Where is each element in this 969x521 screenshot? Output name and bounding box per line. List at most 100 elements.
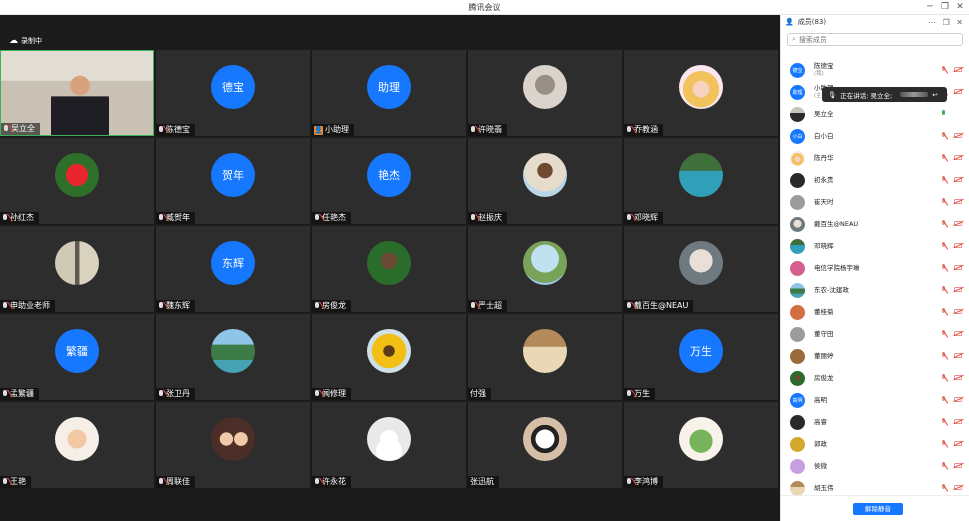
camera-off-icon[interactable] [954, 397, 962, 402]
participant-tile[interactable]: 张迅航 [468, 402, 622, 488]
participant-tile[interactable]: 助理 👤 小助理 [312, 50, 466, 136]
participant-tile[interactable]: 周联佳 [156, 402, 310, 488]
member-name: 董丽婷 [814, 352, 834, 360]
participant-name-tag: 付强 [468, 388, 491, 400]
close-icon[interactable]: ✕ [953, 1, 967, 13]
participant-tile[interactable]: 付强 [468, 314, 622, 400]
mic-muted-icon[interactable] [941, 66, 946, 74]
participant-name: 小助理 [325, 125, 349, 134]
participant-tile[interactable]: 许永花 [312, 402, 466, 488]
mic-muted-icon[interactable] [941, 154, 946, 162]
participant-tile[interactable]: 孙红杰 [0, 138, 154, 224]
minimize-icon[interactable]: ─ [923, 1, 937, 13]
participant-tile[interactable]: 吴立全 [0, 50, 154, 136]
mic-muted-icon[interactable] [941, 132, 946, 140]
member-row[interactable]: 侯微 [781, 455, 969, 477]
member-avatar [790, 414, 805, 430]
member-row[interactable]: 董丽婷 [781, 345, 969, 367]
mic-muted-icon[interactable] [941, 286, 946, 294]
camera-off-icon[interactable] [954, 67, 962, 72]
camera-off-icon[interactable] [954, 221, 962, 226]
mic-muted-icon[interactable] [941, 352, 946, 360]
participant-tile[interactable]: 东辉 魏东辉 [156, 226, 310, 312]
member-row[interactable]: 崔天时 [781, 191, 969, 213]
member-name: 电信学院杨宇琳 [814, 264, 860, 272]
participant-tile[interactable]: 乔教涵 [624, 50, 778, 136]
member-row[interactable]: 高睿 [781, 411, 969, 433]
participant-tile[interactable]: 张卫丹 [156, 314, 310, 400]
participant-tile[interactable]: 赵振庆 [468, 138, 622, 224]
member-row[interactable]: 吴立全 [781, 103, 969, 125]
mic-muted-icon[interactable] [941, 220, 946, 228]
participant-name: 魏东辉 [166, 301, 190, 310]
camera-off-icon[interactable] [954, 243, 962, 248]
mic-muted-icon[interactable] [941, 330, 946, 338]
camera-off-icon[interactable] [954, 463, 962, 468]
participant-tile[interactable]: 万生 万生 [624, 314, 778, 400]
camera-off-icon[interactable] [954, 155, 962, 160]
collapse-icon[interactable]: ↩ [932, 91, 937, 99]
participant-tile[interactable]: 邓晓辉 [624, 138, 778, 224]
member-search[interactable]: ⌕ [787, 33, 963, 46]
participant-tile[interactable]: 许晓翡 [468, 50, 622, 136]
participant-tile[interactable]: 李鸿博 [624, 402, 778, 488]
participant-tile[interactable]: 房俊龙 [312, 226, 466, 312]
participant-tile[interactable]: 德宝 陈德宝 [156, 50, 310, 136]
mic-muted-icon[interactable] [941, 242, 946, 250]
participant-tile[interactable]: 戴百生@NEAU [624, 226, 778, 312]
member-row[interactable]: 小白 白小白 [781, 125, 969, 147]
mic-muted-icon[interactable] [941, 176, 946, 184]
participant-tile[interactable]: 繁疆 孟繁疆 [0, 314, 154, 400]
camera-off-icon[interactable] [954, 177, 962, 182]
host-icon: 👤 [314, 125, 323, 135]
camera-off-icon[interactable] [954, 331, 962, 336]
camera-off-icon[interactable] [954, 485, 962, 490]
title-bar: 腾讯会议 ─ ❐ ✕ [0, 0, 969, 15]
member-row[interactable]: 高明 高明 [781, 389, 969, 411]
mic-muted-icon[interactable] [941, 440, 946, 448]
member-row[interactable]: 房俊龙 [781, 367, 969, 389]
camera-off-icon[interactable] [954, 287, 962, 292]
member-row[interactable]: 董桂菊 [781, 301, 969, 323]
camera-off-icon[interactable] [954, 375, 962, 380]
member-row[interactable]: 德宝 陈德宝 (我) [781, 59, 969, 81]
mic-muted-icon[interactable] [941, 484, 946, 492]
muted-mic-icon [626, 390, 632, 398]
restore-icon[interactable]: ❐ [938, 1, 952, 13]
mic-on-icon[interactable] [941, 110, 946, 118]
mic-muted-icon[interactable] [941, 264, 946, 272]
participant-tile[interactable]: 艳杰 任艳杰 [312, 138, 466, 224]
mic-muted-icon[interactable] [941, 462, 946, 470]
camera-off-icon[interactable] [954, 353, 962, 358]
search-input[interactable] [798, 35, 939, 44]
participant-tile[interactable]: 严士超 [468, 226, 622, 312]
camera-off-icon[interactable] [954, 309, 962, 314]
member-row[interactable]: 陈丹华 [781, 147, 969, 169]
camera-off-icon[interactable] [954, 265, 962, 270]
camera-off-icon[interactable] [954, 199, 962, 204]
member-row[interactable]: 董守田 [781, 323, 969, 345]
camera-off-icon[interactable] [954, 441, 962, 446]
mic-muted-icon[interactable] [941, 418, 946, 426]
member-row[interactable]: 邓晓辉 [781, 235, 969, 257]
mic-muted-icon[interactable] [941, 198, 946, 206]
unmute-all-button[interactable]: 解除静音 [853, 503, 903, 515]
mic-muted-icon[interactable] [941, 374, 946, 382]
participant-tile[interactable]: 申助业老师 [0, 226, 154, 312]
participant-name: 孙红杰 [10, 213, 34, 222]
participant-tile[interactable]: 贺年 臧贺年 [156, 138, 310, 224]
member-row[interactable]: 初永贵 [781, 169, 969, 191]
member-row[interactable]: 郭政 [781, 433, 969, 455]
member-row[interactable]: 电信学院杨宇琳 [781, 257, 969, 279]
participant-tile[interactable]: 王艳 [0, 402, 154, 488]
member-avatar [790, 150, 805, 166]
mic-muted-icon[interactable] [941, 396, 946, 404]
member-row[interactable]: 东农-沈建政 [781, 279, 969, 301]
mic-muted-icon[interactable] [941, 308, 946, 316]
camera-off-icon[interactable] [954, 89, 962, 94]
participant-tile[interactable]: 闻修理 [312, 314, 466, 400]
panel-controls[interactable]: ⋯ ❐ ✕ [928, 18, 965, 27]
member-row[interactable]: 戴百生@NEAU [781, 213, 969, 235]
camera-off-icon[interactable] [954, 133, 962, 138]
camera-off-icon[interactable] [954, 419, 962, 424]
